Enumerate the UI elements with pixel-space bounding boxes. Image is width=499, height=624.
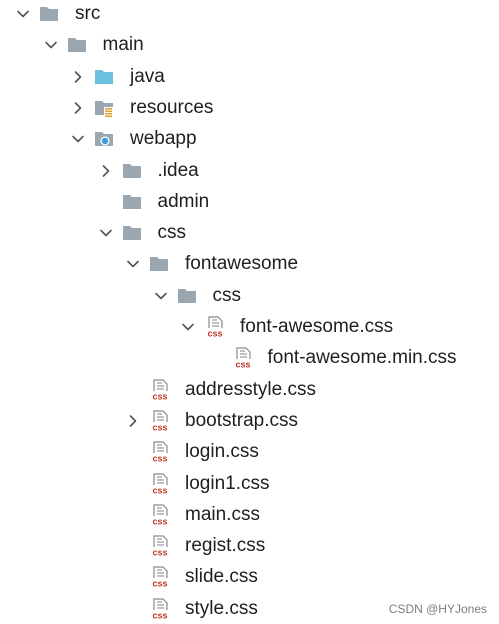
tree-row-17[interactable]: css regist.css — [0, 532, 499, 563]
folder-icon — [39, 4, 59, 24]
css-file-icon: css — [149, 535, 171, 558]
css-file-icon: css — [149, 566, 171, 589]
project-tree: src main java resources webapp .idea admin css f… — [0, 0, 499, 624]
tree-row-7[interactable]: css — [0, 219, 499, 250]
tree-row-0[interactable]: src — [0, 0, 499, 31]
svg-text:css: css — [152, 454, 167, 464]
tree-row-3[interactable]: resources — [0, 94, 499, 125]
tree-row-15[interactable]: css login1.css — [0, 470, 499, 501]
tree-item-label: resources — [130, 96, 214, 118]
svg-text:css: css — [152, 516, 167, 526]
svg-text:css: css — [207, 329, 222, 339]
folder-icon — [149, 254, 169, 274]
tree-item-label: bootstrap.css — [185, 409, 298, 431]
tree-row-1[interactable]: main — [0, 31, 499, 62]
tree-item-label: java — [130, 65, 165, 87]
chevron-down-icon[interactable] — [151, 286, 171, 306]
tree-item-label: css — [212, 284, 242, 306]
tree-row-14[interactable]: css login.css — [0, 438, 499, 469]
tree-item-label: style.css — [185, 597, 258, 619]
tree-item-label: font-awesome.css — [240, 316, 394, 337]
chevron-down-icon[interactable] — [123, 254, 143, 274]
svg-text:css: css — [152, 391, 167, 401]
chevron-down-icon[interactable] — [178, 317, 198, 337]
svg-text:css: css — [152, 485, 167, 495]
css-file-icon: css — [149, 410, 171, 432]
tree-row-11[interactable]: css font-awesome.min.css — [0, 344, 499, 375]
chevron-right-icon[interactable] — [68, 67, 88, 87]
tree-item-label: addresstyle.css — [185, 378, 316, 400]
tree-item-label: main — [102, 34, 144, 56]
chevron-down-icon[interactable] — [13, 4, 33, 24]
folder-icon — [122, 223, 142, 243]
tree-item-label: font-awesome.min.css — [267, 347, 457, 369]
web-folder-icon — [94, 129, 114, 149]
tree-row-9[interactable]: css — [0, 282, 499, 313]
svg-text:css: css — [152, 422, 167, 432]
folder-icon — [177, 286, 197, 306]
chevron-down-icon[interactable] — [96, 223, 116, 243]
tree-item-label: admin — [157, 190, 210, 212]
tree-row-18[interactable]: css slide.css — [0, 563, 499, 594]
watermark: CSDN @HYJones — [388, 602, 487, 616]
resources-folder-icon — [94, 98, 114, 118]
tree-item-label: src — [75, 3, 101, 24]
css-file-icon: css — [149, 441, 171, 464]
folder-icon — [67, 35, 87, 55]
svg-text:css: css — [152, 610, 167, 620]
folder-icon — [122, 192, 142, 212]
tree-row-5[interactable]: .idea — [0, 157, 499, 188]
tree-row-12[interactable]: css addresstyle.css — [0, 376, 499, 407]
tree-item-label: login1.css — [185, 472, 270, 494]
tree-row-13[interactable]: css bootstrap.css — [0, 407, 499, 438]
tree-row-10[interactable]: css font-awesome.css — [0, 313, 499, 344]
chevron-down-icon[interactable] — [68, 129, 88, 149]
tree-row-4[interactable]: webapp — [0, 125, 499, 156]
svg-text:css: css — [235, 360, 250, 370]
css-file-icon: css — [204, 316, 226, 339]
chevron-down-icon[interactable] — [41, 35, 61, 55]
tree-item-label: main.css — [185, 503, 260, 525]
tree-item-label: regist.css — [185, 535, 266, 557]
tree-item-label: .idea — [157, 159, 199, 181]
chevron-right-icon[interactable] — [123, 411, 143, 431]
chevron-right-icon[interactable] — [96, 161, 116, 181]
tree-row-16[interactable]: css main.css — [0, 501, 499, 532]
tree-item-label: css — [157, 222, 187, 244]
svg-text:css: css — [152, 579, 167, 589]
css-file-icon: css — [149, 472, 171, 495]
source-folder-icon — [94, 67, 114, 87]
tree-row-2[interactable]: java — [0, 63, 499, 94]
tree-row-6[interactable]: admin — [0, 188, 499, 219]
tree-row-8[interactable]: fontawesome — [0, 250, 499, 281]
tree-item-label: webapp — [130, 128, 197, 150]
folder-icon — [122, 161, 142, 181]
css-file-icon: css — [149, 598, 171, 620]
chevron-right-icon[interactable] — [68, 98, 88, 118]
css-file-icon: css — [149, 504, 171, 526]
tree-item-label: fontawesome — [185, 253, 299, 275]
css-file-icon: css — [231, 347, 254, 370]
css-file-icon: css — [149, 378, 171, 401]
svg-text:css: css — [152, 548, 167, 558]
tree-item-label: login.css — [185, 441, 259, 463]
tree-item-label: slide.css — [185, 566, 258, 588]
